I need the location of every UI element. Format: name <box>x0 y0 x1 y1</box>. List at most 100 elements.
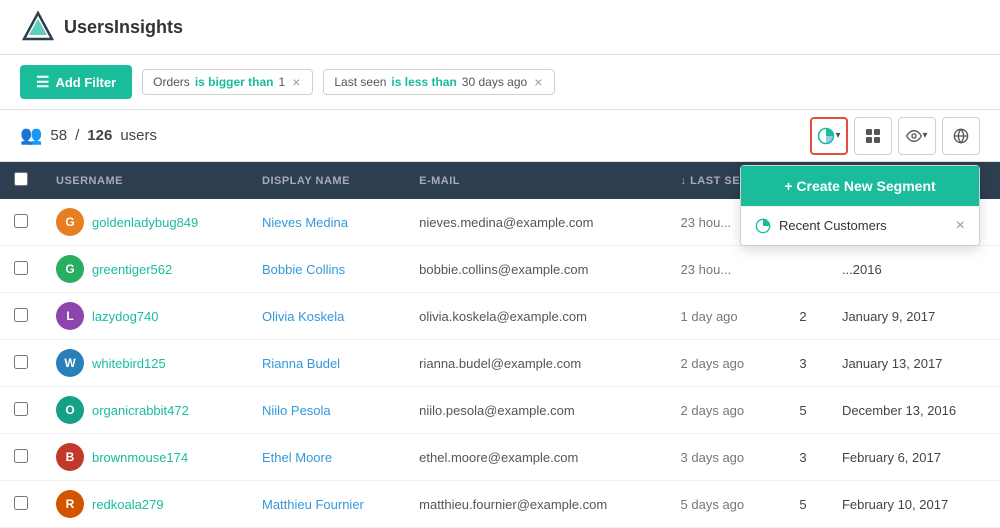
segment-item-left: Recent Customers <box>755 218 887 234</box>
row-checkbox[interactable] <box>14 308 28 322</box>
segment-item: Recent Customers × <box>741 206 979 245</box>
row-display-name-cell: Nieves Medina <box>248 199 405 246</box>
avatar: G <box>56 255 84 283</box>
lastseen-filter-value: 30 days ago <box>462 75 527 89</box>
avatar: G <box>56 208 84 236</box>
orders-filter-value: 1 <box>279 75 286 89</box>
avatar: W <box>56 349 84 377</box>
row-username-cell: W whitebird125 <box>42 340 248 387</box>
username-link[interactable]: organicrabbit472 <box>92 403 189 418</box>
add-filter-button[interactable]: ☰ Add Filter <box>20 65 132 99</box>
filtered-count: 58 <box>50 127 67 144</box>
row-last-seen-cell: 3 days ago <box>667 434 786 481</box>
orders-filter-prefix: Orders <box>153 75 190 89</box>
row-checkbox[interactable] <box>14 496 28 510</box>
row-last-seen-cell: 2 days ago <box>667 340 786 387</box>
segment-item-close-button[interactable]: × <box>956 217 965 235</box>
grid-icon <box>865 128 881 144</box>
col-username: USERNAME <box>42 162 248 199</box>
display-name-link[interactable]: Matthieu Fournier <box>262 497 364 512</box>
lastseen-filter-prefix: Last seen <box>334 75 386 89</box>
username-link[interactable]: redkoala279 <box>92 497 164 512</box>
col-email: E-MAIL <box>405 162 666 199</box>
table-row: L lazydog740 Olivia Koskela olivia.koske… <box>0 293 1000 340</box>
row-checkbox[interactable] <box>14 402 28 416</box>
row-checkbox-cell <box>0 246 42 293</box>
orders-filter-close[interactable]: × <box>290 75 302 89</box>
display-name-link[interactable]: Nieves Medina <box>262 215 348 230</box>
row-orders-cell: 5 <box>785 387 828 434</box>
row-email-cell: nieves.medina@example.com <box>405 199 666 246</box>
row-reg-date-cell: February 10, 2017 <box>828 481 1000 528</box>
row-username-cell: G goldenladybug849 <box>42 199 248 246</box>
display-name-link[interactable]: Ethel Moore <box>262 450 332 465</box>
display-name-link[interactable]: Niilo Pesola <box>262 403 331 418</box>
segment-item-name: Recent Customers <box>779 218 887 233</box>
row-orders-cell: 5 <box>785 481 828 528</box>
row-checkbox-cell <box>0 434 42 481</box>
table-row: W whitebird125 Rianna Budel rianna.budel… <box>0 340 1000 387</box>
row-last-seen-cell: 23 hou... <box>667 246 786 293</box>
users-label: users <box>120 127 157 144</box>
lastseen-filter-operator: is less than <box>391 75 456 89</box>
avatar: O <box>56 396 84 424</box>
segment-pie-icon <box>755 218 771 234</box>
row-display-name-cell: Ethel Moore <box>248 434 405 481</box>
row-reg-date-cell: ...2016 <box>828 246 1000 293</box>
select-all-checkbox[interactable] <box>14 172 28 186</box>
row-display-name-cell: Rianna Budel <box>248 340 405 387</box>
create-new-segment-button[interactable]: + Create New Segment <box>741 166 979 206</box>
app-header: UsersInsights <box>0 0 1000 55</box>
row-username-cell: R redkoala279 <box>42 481 248 528</box>
row-checkbox-cell <box>0 481 42 528</box>
username-link[interactable]: whitebird125 <box>92 356 166 371</box>
avatar: L <box>56 302 84 330</box>
columns-button[interactable]: ▾ <box>898 117 936 155</box>
count-bar: 👥 58 / 126 users ▾ ▾ <box>0 110 1000 162</box>
count-separator: / <box>75 127 79 144</box>
row-reg-date-cell: January 13, 2017 <box>828 340 1000 387</box>
settings-button[interactable] <box>942 117 980 155</box>
toolbar-icons: ▾ ▾ + Create New Segment <box>810 117 980 155</box>
row-checkbox-cell <box>0 340 42 387</box>
segment-chart-icon <box>817 127 835 145</box>
row-display-name-cell: Olivia Koskela <box>248 293 405 340</box>
segment-dropdown: + Create New Segment Recent Customers × <box>740 165 980 246</box>
row-email-cell: olivia.koskela@example.com <box>405 293 666 340</box>
filter-lines-icon: ☰ <box>36 73 49 91</box>
row-checkbox[interactable] <box>14 449 28 463</box>
grid-view-button[interactable] <box>854 117 892 155</box>
row-email-cell: niilo.pesola@example.com <box>405 387 666 434</box>
display-name-link[interactable]: Bobbie Collins <box>262 262 345 277</box>
username-link[interactable]: goldenladybug849 <box>92 215 198 230</box>
username-link[interactable]: lazydog740 <box>92 309 159 324</box>
lastseen-filter-tag: Last seen is less than 30 days ago × <box>323 69 555 95</box>
row-checkbox[interactable] <box>14 261 28 275</box>
globe-icon <box>953 128 969 144</box>
row-orders-cell: 3 <box>785 434 828 481</box>
lastseen-filter-close[interactable]: × <box>532 75 544 89</box>
row-last-seen-cell: 5 days ago <box>667 481 786 528</box>
row-display-name-cell: Niilo Pesola <box>248 387 405 434</box>
segment-button[interactable]: ▾ <box>810 117 848 155</box>
table-row: B brownmouse174 Ethel Moore ethel.moore@… <box>0 434 1000 481</box>
username-link[interactable]: greentiger562 <box>92 262 172 277</box>
col-display-name: DISPLAY NAME <box>248 162 405 199</box>
row-last-seen-cell: 2 days ago <box>667 387 786 434</box>
row-display-name-cell: Bobbie Collins <box>248 246 405 293</box>
row-orders-cell: 2 <box>785 293 828 340</box>
row-reg-date-cell: February 6, 2017 <box>828 434 1000 481</box>
row-username-cell: O organicrabbit472 <box>42 387 248 434</box>
row-orders-cell <box>785 246 828 293</box>
row-orders-cell: 3 <box>785 340 828 387</box>
row-display-name-cell: Matthieu Fournier <box>248 481 405 528</box>
row-checkbox-cell <box>0 387 42 434</box>
display-name-link[interactable]: Olivia Koskela <box>262 309 344 324</box>
row-checkbox[interactable] <box>14 214 28 228</box>
eye-icon <box>906 128 922 144</box>
row-checkbox[interactable] <box>14 355 28 369</box>
username-link[interactable]: brownmouse174 <box>92 450 188 465</box>
add-filter-label: Add Filter <box>55 75 116 90</box>
row-email-cell: rianna.budel@example.com <box>405 340 666 387</box>
display-name-link[interactable]: Rianna Budel <box>262 356 340 371</box>
